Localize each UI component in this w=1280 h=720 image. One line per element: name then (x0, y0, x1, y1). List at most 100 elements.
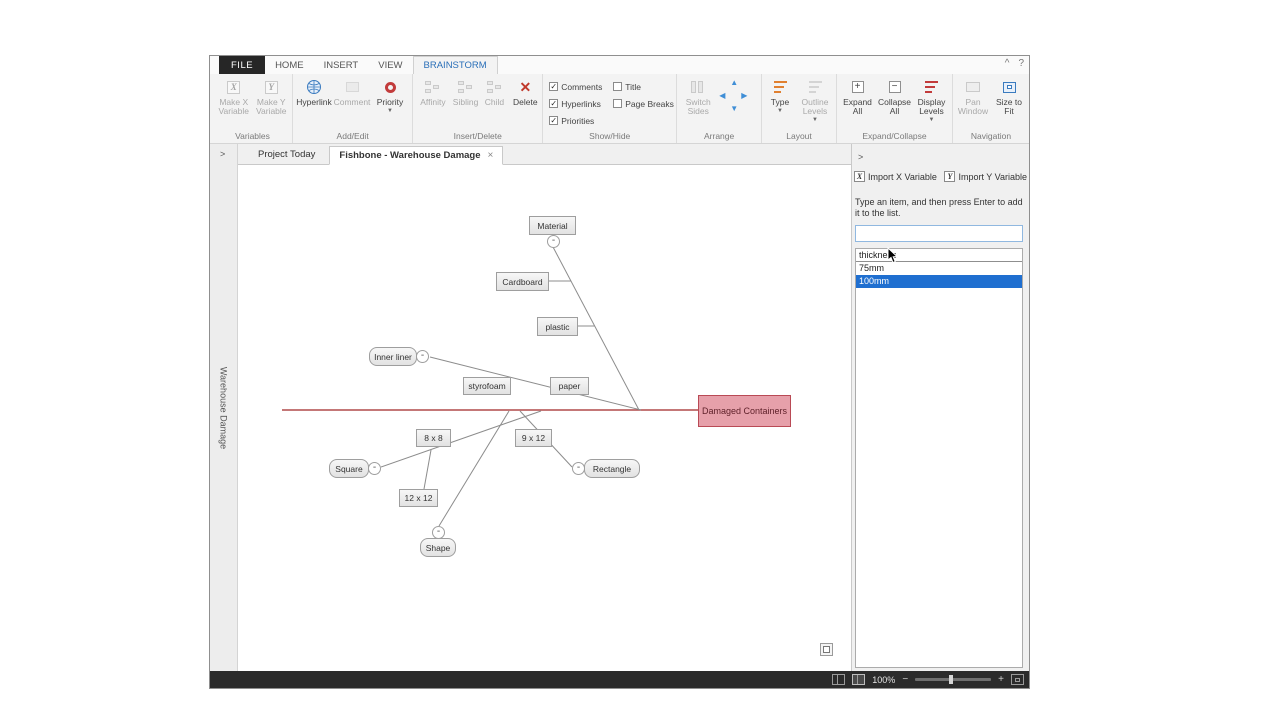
node-12x12[interactable]: 12 x 12 (399, 489, 438, 507)
pan-window-button[interactable]: Pan Window (955, 75, 991, 116)
fit-to-window-icon[interactable] (1011, 674, 1024, 685)
group-label-expand-collapse: Expand/Collapse (839, 130, 950, 143)
page-breaks-checkbox-box[interactable] (613, 99, 622, 108)
delete-x-icon: ✕ (519, 80, 531, 94)
doc-tab-fishbone-label: Fishbone - Warehouse Damage (339, 150, 480, 161)
tab-insert[interactable]: INSERT (314, 56, 369, 74)
help-icon[interactable]: ? (1018, 58, 1024, 69)
collapse-toggle-material[interactable]: - (547, 235, 560, 248)
globe-hyperlink-icon (306, 78, 322, 96)
delete-button[interactable]: ✕ Delete (510, 75, 540, 107)
node-rectangle[interactable]: Rectangle (584, 459, 640, 478)
node-shape-label: Shape (426, 543, 451, 553)
ribbon-group-expand-collapse: + Expand All − Collapse All Display Leve… (837, 74, 953, 143)
doc-tab-fishbone[interactable]: Fishbone - Warehouse Damage × (329, 146, 503, 165)
hyperlink-button[interactable]: Hyperlink (295, 75, 333, 107)
checkbox-hyperlinks[interactable]: ✓ Hyperlinks (549, 99, 613, 109)
node-styrofoam[interactable]: styrofoam (463, 377, 511, 395)
node-paper[interactable]: paper (550, 377, 589, 395)
node-cardboard[interactable]: Cardboard (496, 272, 549, 291)
list-item-100mm[interactable]: 100mm (856, 275, 1022, 288)
import-x-variable-button[interactable]: X Import X Variable (854, 171, 937, 182)
priority-button[interactable]: Priority ▼ (371, 75, 409, 115)
tab-brainstorm[interactable]: BRAINSTORM (413, 56, 498, 74)
left-panel-expand-icon[interactable]: > (220, 149, 225, 159)
sibling-button[interactable]: Sibling (451, 75, 481, 107)
collapse-toggle-square[interactable]: - (368, 462, 381, 475)
type-button[interactable]: Type ▼ (764, 75, 796, 115)
checkbox-title[interactable]: Title (613, 82, 675, 92)
group-label-navigation: Navigation (955, 130, 1027, 143)
priorities-checkbox-box[interactable]: ✓ (549, 116, 558, 125)
arrange-arrow-pad: ▲ ◀ ▶ ▼ (717, 78, 751, 116)
comments-checkbox-box[interactable]: ✓ (549, 82, 558, 91)
checkbox-comments[interactable]: ✓ Comments (549, 82, 613, 92)
child-button[interactable]: Child (480, 75, 508, 107)
display-levels-dropdown-icon: ▼ (929, 116, 935, 124)
collapse-all-button[interactable]: − Collapse All (876, 75, 913, 116)
hyperlinks-checkbox-box[interactable]: ✓ (549, 99, 558, 108)
make-y-variable-button[interactable]: Y Make Y Variable (253, 75, 291, 116)
checkbox-priorities[interactable]: ✓ Priorities (549, 116, 613, 126)
list-instruction-text: Type an item, and then press Enter to ad… (855, 197, 1026, 219)
collapse-all-icon: − (889, 81, 901, 93)
checkbox-page-breaks[interactable]: Page Breaks (613, 99, 675, 109)
new-item-input[interactable] (855, 225, 1023, 242)
node-square[interactable]: Square (329, 459, 369, 478)
node-9x12[interactable]: 9 x 12 (515, 429, 552, 447)
size-to-fit-button[interactable]: Size to Fit (991, 75, 1027, 116)
view-mode-split-icon[interactable] (852, 674, 865, 685)
list-item-75mm[interactable]: 75mm (856, 262, 1022, 275)
import-y-variable-button[interactable]: Y Import Y Variable (944, 171, 1027, 182)
tab-home[interactable]: HOME (265, 56, 314, 74)
doc-tab-close-icon[interactable]: × (488, 150, 494, 161)
window-buttons: ^ ? (1005, 58, 1024, 69)
ribbon-group-layout: Type ▼ Outline Levels ▼ Layout (762, 74, 837, 143)
outline-levels-icon (809, 81, 822, 93)
pan-window-icon (966, 82, 980, 92)
node-effect-damaged-containers[interactable]: Damaged Containers (698, 395, 791, 427)
page-breaks-checkbox-label: Page Breaks (625, 99, 674, 109)
title-checkbox-box[interactable] (613, 82, 622, 91)
move-left-arrow-button[interactable]: ◀ (719, 91, 725, 100)
ribbon-group-insert-delete: Affinity Sibling Child ✕ Delete Insert/D… (413, 74, 543, 143)
make-x-variable-button[interactable]: X Make X Variable (215, 75, 253, 116)
expand-all-button[interactable]: + Expand All (839, 75, 876, 116)
node-8x8[interactable]: 8 x 8 (416, 429, 451, 447)
pan-window-label: Pan Window (955, 98, 991, 116)
page-navigator-icon[interactable] (820, 643, 833, 656)
zoom-slider[interactable] (915, 678, 991, 681)
zoom-level-label: 100% (872, 675, 895, 685)
node-material[interactable]: Material (529, 216, 576, 235)
zoom-out-button[interactable]: − (902, 675, 908, 685)
affinity-button[interactable]: Affinity (415, 75, 450, 107)
view-mode-normal-icon[interactable] (832, 674, 845, 685)
node-styrofoam-label: styrofoam (468, 381, 505, 391)
diagram-canvas[interactable]: Material - Cardboard plastic Inner liner… (238, 165, 851, 671)
node-inner-liner[interactable]: Inner liner (369, 347, 417, 366)
collapse-toggle-inner-liner[interactable]: - (416, 350, 429, 363)
zoom-in-button[interactable]: + (998, 675, 1004, 685)
comment-button[interactable]: Comment (333, 75, 371, 107)
comment-icon (346, 82, 359, 92)
zoom-slider-thumb[interactable] (949, 675, 953, 684)
switch-sides-button[interactable]: Switch Sides (679, 75, 717, 116)
tab-view[interactable]: VIEW (368, 56, 412, 74)
left-collapsed-panel[interactable]: > Warehouse Damage (210, 144, 238, 671)
node-shape[interactable]: Shape (420, 538, 456, 557)
node-plastic[interactable]: plastic (537, 317, 578, 336)
move-right-arrow-button[interactable]: ▶ (741, 91, 747, 100)
size-to-fit-label: Size to Fit (991, 98, 1027, 116)
collapse-ribbon-icon[interactable]: ^ (1005, 58, 1010, 69)
move-up-arrow-button[interactable]: ▲ (730, 78, 738, 87)
doc-tab-project-today[interactable]: Project Today (244, 145, 329, 164)
brainstorm-item-list[interactable]: thickness 75mm 100mm (855, 248, 1023, 668)
collapse-toggle-rectangle[interactable]: - (572, 462, 585, 475)
outline-levels-button[interactable]: Outline Levels ▼ (796, 75, 834, 124)
app-window: FILE HOME INSERT VIEW BRAINSTORM ^ ? X M… (209, 55, 1030, 689)
list-item-thickness[interactable]: thickness (856, 249, 1022, 262)
tab-file[interactable]: FILE (219, 56, 265, 74)
display-levels-button[interactable]: Display Levels ▼ (913, 75, 950, 124)
move-down-arrow-button[interactable]: ▼ (730, 104, 738, 113)
right-panel-collapse-icon[interactable]: > (858, 152, 863, 162)
